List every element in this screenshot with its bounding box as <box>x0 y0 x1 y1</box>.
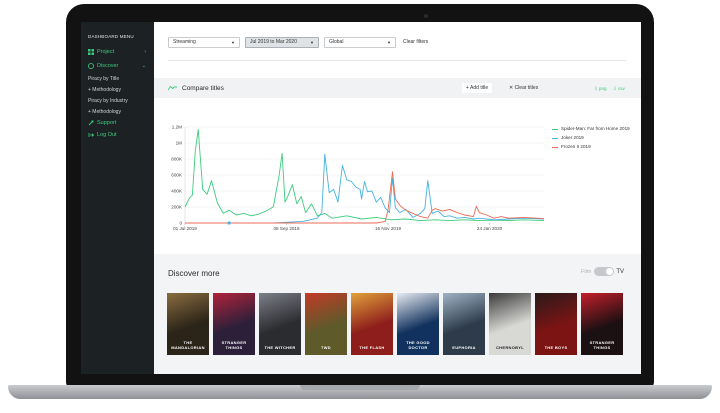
main-content: Streaming ▼ Jul 2019 to Mar 2020 ▼ Globa… <box>154 22 641 374</box>
filter-bar: Streaming ▼ Jul 2019 to Mar 2020 ▼ Globa… <box>168 36 428 48</box>
trend-icon <box>167 85 177 93</box>
chart-area: 0 200K 400K 600K 800K 1M 1.2M 01 Jul 2019 08 Sep… <box>154 98 641 244</box>
download-csv-link[interactable]: ⇩ csv <box>613 86 625 92</box>
poster-title: THE MANDALORIAN <box>171 340 205 350</box>
type-select[interactable]: Streaming ▼ <box>168 36 240 48</box>
poster-card[interactable]: THE FLASH <box>351 293 393 355</box>
type-select-value: Streaming <box>173 39 196 45</box>
add-title-button[interactable]: + Add title <box>462 83 493 93</box>
legend-swatch <box>552 128 558 130</box>
poster-title: STRANGER THINGS <box>221 340 247 350</box>
sidebar-subitem-methodology[interactable]: + Methodology <box>88 109 121 115</box>
discover-more-heading: Discover more <box>168 269 220 278</box>
sidebar-subitem-piracy-by-industry[interactable]: Piracy by Industry <box>88 98 128 104</box>
legend-swatch <box>552 137 558 139</box>
clear-titles-button[interactable]: ✕ Clear titles <box>505 83 542 93</box>
sidebar-title: DASHBOARD MENU <box>88 34 134 39</box>
compare-titles-bar: Compare titles + Add title ✕ Clear title… <box>154 78 641 98</box>
series-line-2 <box>185 153 545 224</box>
x-tick-label: 08 Sep 2019 <box>273 226 300 231</box>
poster-card[interactable]: THE MANDALORIAN <box>167 293 209 355</box>
poster-card[interactable]: EUPHORIA <box>443 293 485 355</box>
sidebar-item-label: Project <box>97 49 115 55</box>
y-tick-label: 200K <box>171 205 183 210</box>
series-marker <box>227 221 231 225</box>
series-line-3 <box>185 171 545 224</box>
sidebar-subitem-methodology[interactable]: + Methodology <box>88 87 121 93</box>
film-tv-toggle[interactable] <box>594 267 615 276</box>
legend-item[interactable]: Joker 2019 <box>552 135 632 140</box>
date-range-value: Jul 2019 to Mar 2020 <box>250 39 297 45</box>
sidebar-item-label: Log Out <box>97 132 117 138</box>
y-tick-label: 1.2M <box>172 125 182 130</box>
poster-row: THE MANDALORIAN STRANGER THINGS THE WITCHE… <box>167 293 623 355</box>
y-tick-label: 1M <box>176 141 183 146</box>
caret-down-icon: ▼ <box>231 39 235 45</box>
screen: DASHBOARD MENU Project › Discover ⌄ Pira… <box>81 22 641 374</box>
sidebar-item-label: Discover <box>97 63 119 69</box>
sidebar-item-logout[interactable]: Log Out <box>88 131 150 139</box>
poster-title: TWD <box>320 345 331 350</box>
poster-title: STRANGER THINGS <box>589 340 615 350</box>
caret-down-icon: ▼ <box>310 39 314 45</box>
support-icon <box>88 120 94 126</box>
poster-card[interactable]: CHERNOBYL <box>489 293 531 355</box>
divider <box>168 60 626 61</box>
poster-card[interactable]: TWD <box>305 293 347 355</box>
clear-filters-link[interactable]: Clear filters <box>403 39 428 45</box>
y-tick-label: 800K <box>171 157 183 162</box>
sidebar-item-project[interactable]: Project › <box>88 48 150 56</box>
x-tick-label: 16 Nov 2019 <box>375 226 401 231</box>
film-tv-toggle-group: Film TV <box>581 267 624 276</box>
x-tick-label: 24 Jan 2020 <box>477 226 503 231</box>
sidebar-item-discover[interactable]: Discover ⌄ <box>88 62 150 70</box>
legend-swatch <box>552 146 558 148</box>
discover-more-section: Discover more Film TV THE MANDALORIAN STR… <box>154 254 641 374</box>
y-tick-label: 400K <box>171 189 183 194</box>
chevron-down-icon: ⌄ <box>141 63 146 69</box>
poster-title: CHERNOBYL <box>495 345 525 350</box>
legend-item[interactable]: Frozen II 2019 <box>552 144 632 149</box>
poster-title: THE WITCHER <box>264 345 296 350</box>
legend-label: Joker 2019 <box>561 135 584 140</box>
sidebar-subitem-piracy-by-title[interactable]: Piracy by Title <box>88 76 119 82</box>
chart-legend: Spider-Man: Far from Home 2019 Joker 201… <box>552 126 632 153</box>
date-range-select[interactable]: Jul 2019 to Mar 2020 ▼ <box>245 36 319 48</box>
compass-icon <box>88 63 94 69</box>
region-select[interactable]: Global ▼ <box>324 36 396 48</box>
sidebar: DASHBOARD MENU Project › Discover ⌄ Pira… <box>81 22 154 374</box>
poster-card[interactable]: STRANGER THINGS <box>581 293 623 355</box>
laptop-notch <box>300 385 420 390</box>
region-select-value: Global <box>329 39 344 45</box>
toggle-knob <box>606 268 614 275</box>
sidebar-item-support[interactable]: Support <box>88 119 150 127</box>
compare-titles-heading: Compare titles <box>182 85 224 92</box>
legend-item[interactable]: Spider-Man: Far from Home 2019 <box>552 126 632 131</box>
line-chart: 0 200K 400K 600K 800K 1M 1.2M 01 Jul 2019 08 Sep… <box>171 125 545 231</box>
poster-card[interactable]: THE GOOD DOCTOR <box>397 293 439 355</box>
poster-title: THE FLASH <box>359 345 385 350</box>
download-png-link[interactable]: ⇩ png <box>594 86 607 92</box>
y-tick-label: 600K <box>171 173 183 178</box>
caret-down-icon: ▼ <box>387 39 391 45</box>
camera-dot <box>424 14 428 18</box>
chevron-right-icon: › <box>144 49 146 55</box>
poster-card[interactable]: STRANGER THINGS <box>213 293 255 355</box>
y-tick-label: 0 <box>179 221 182 226</box>
poster-title: EUPHORIA <box>452 345 476 350</box>
poster-card[interactable]: THE WITCHER <box>259 293 301 355</box>
poster-title: THE BOYS <box>544 345 568 350</box>
poster-card[interactable]: THE BOYS <box>535 293 577 355</box>
film-label: Film <box>581 268 592 275</box>
legend-label: Spider-Man: Far from Home 2019 <box>561 126 630 131</box>
grid-icon <box>88 49 94 55</box>
tv-label: TV <box>616 268 625 275</box>
sidebar-item-label: Support <box>97 120 117 126</box>
poster-title: THE GOOD DOCTOR <box>406 340 430 350</box>
logout-icon <box>88 132 95 138</box>
x-tick-label: 01 Jul 2019 <box>173 226 197 231</box>
legend-label: Frozen II 2019 <box>561 144 591 149</box>
